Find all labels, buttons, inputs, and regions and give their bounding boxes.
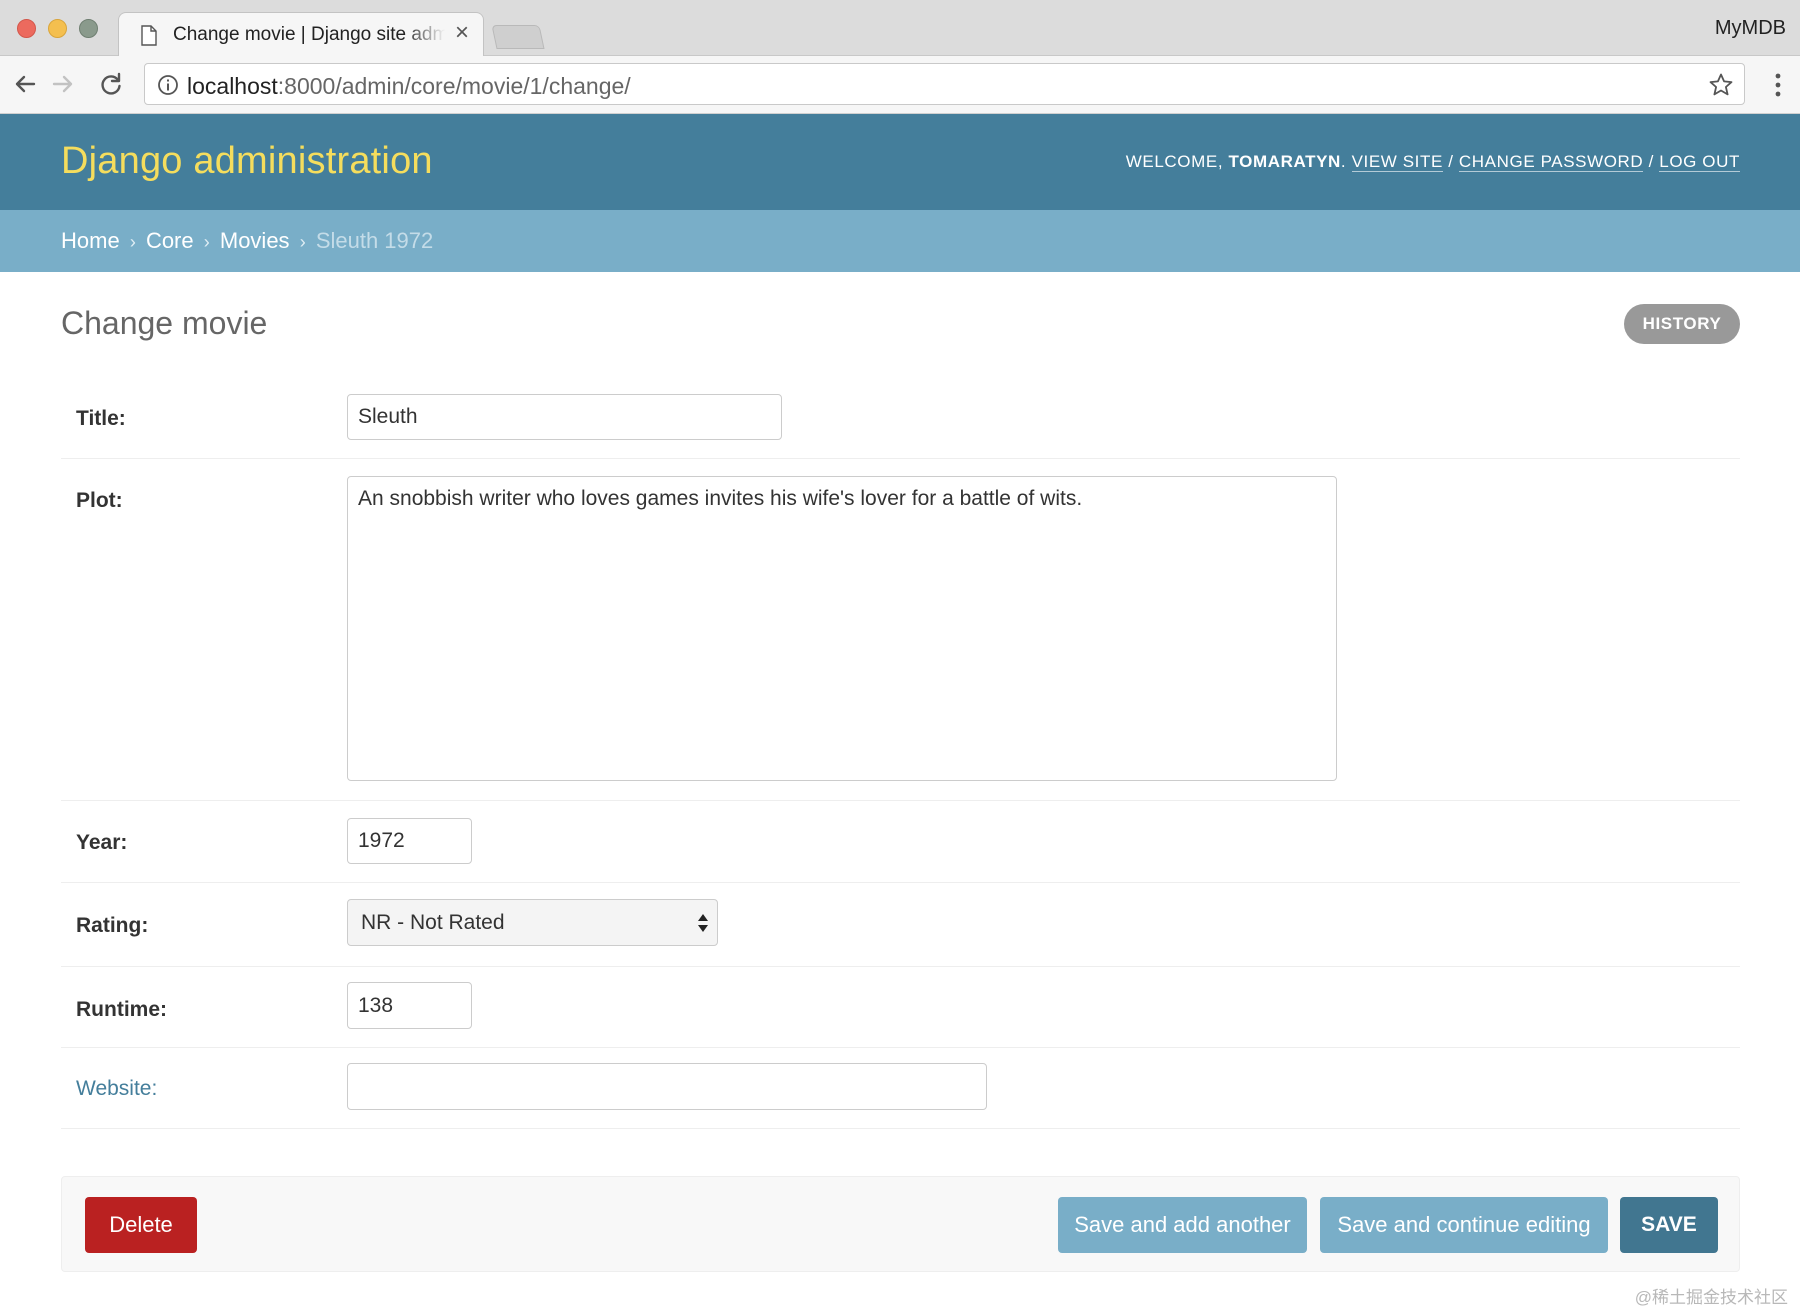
year-input[interactable]: 1972 xyxy=(347,818,472,864)
form-row-title: Title: Sleuth xyxy=(61,377,1740,459)
form-row-rating: Rating: NR - Not Rated xyxy=(61,883,1740,967)
submit-row: Delete Save and add another Save and con… xyxy=(61,1176,1740,1272)
rating-label: Rating: xyxy=(76,914,149,937)
website-label: Website: xyxy=(76,1077,158,1100)
profile-name[interactable]: MyMDB xyxy=(1715,17,1786,40)
info-icon[interactable] xyxy=(157,74,179,96)
browser-tab[interactable]: Change movie | Django site admin × xyxy=(118,12,484,57)
delete-button[interactable]: Delete xyxy=(85,1197,197,1253)
breadcrumb-separator: › xyxy=(129,232,136,252)
website-input[interactable] xyxy=(347,1063,987,1110)
breadcrumb-separator: › xyxy=(203,232,210,252)
save-and-add-another-button[interactable]: Save and add another xyxy=(1058,1197,1307,1253)
change-password-link[interactable]: Change password xyxy=(1458,152,1644,172)
title-label: Title: xyxy=(76,407,126,430)
site-branding[interactable]: Django administration xyxy=(61,140,433,183)
rating-select[interactable]: NR - Not Rated xyxy=(347,899,718,946)
runtime-input[interactable]: 138 xyxy=(347,982,472,1029)
runtime-label: Runtime: xyxy=(76,998,167,1021)
form-row-year: Year: 1972 xyxy=(61,801,1740,883)
reload-icon[interactable] xyxy=(96,69,126,99)
separator: / xyxy=(1448,152,1454,171)
breadcrumb-movies[interactable]: Movies xyxy=(220,228,290,253)
title-input[interactable]: Sleuth xyxy=(347,394,782,440)
form-row-website: Website: xyxy=(61,1048,1740,1129)
star-icon[interactable] xyxy=(1708,72,1734,98)
save-button[interactable]: Save xyxy=(1620,1197,1718,1253)
back-arrow-icon[interactable] xyxy=(10,69,40,99)
minimize-window-button[interactable] xyxy=(48,19,67,38)
browser-tab-bar: Change movie | Django site admin × MyMDB xyxy=(0,0,1800,57)
page-title: Change movie xyxy=(61,305,268,341)
menu-dots-icon[interactable] xyxy=(1774,72,1782,98)
browser-toolbar: localhost:8000/admin/core/movie/1/change… xyxy=(0,56,1800,114)
close-icon[interactable]: × xyxy=(455,21,469,45)
maximize-window-button[interactable] xyxy=(79,19,98,38)
form-row-runtime: Runtime: 138 xyxy=(61,967,1740,1048)
page-icon xyxy=(141,25,157,46)
log-out-link[interactable]: Log out xyxy=(1659,152,1740,172)
rating-selected-value: NR - Not Rated xyxy=(361,910,505,934)
history-button[interactable]: History xyxy=(1624,304,1740,344)
breadcrumb: Home › Core › Movies › Sleuth 1972 xyxy=(0,210,1800,272)
breadcrumb-current: Sleuth 1972 xyxy=(315,228,434,253)
watermark: @稀土掘金技术社区 xyxy=(1634,1288,1788,1307)
close-window-button[interactable] xyxy=(17,19,36,38)
url-host: localhost xyxy=(187,73,278,99)
breadcrumb-separator: › xyxy=(299,232,306,252)
form-row-plot: Plot: An snobbish writer who loves games… xyxy=(61,459,1740,801)
breadcrumb-home[interactable]: Home xyxy=(61,228,120,253)
tab-title: Change movie | Django site admin xyxy=(173,24,445,45)
welcome-text: Welcome, xyxy=(1125,152,1224,171)
forward-arrow-icon[interactable] xyxy=(48,69,78,99)
separator: / xyxy=(1648,152,1654,171)
admin-header: Django administration Welcome, tomaratyn… xyxy=(0,114,1800,210)
url-path: :8000/admin/core/movie/1/change/ xyxy=(277,73,631,99)
breadcrumb-core[interactable]: Core xyxy=(146,228,194,253)
year-label: Year: xyxy=(76,831,128,854)
view-site-link[interactable]: View site xyxy=(1351,152,1443,172)
user-tools: Welcome, tomaratyn. View site / Change p… xyxy=(1125,152,1740,172)
plot-label: Plot: xyxy=(76,489,123,512)
address-bar[interactable]: localhost:8000/admin/core/movie/1/change… xyxy=(144,63,1745,105)
url-text: localhost:8000/admin/core/movie/1/change… xyxy=(187,73,631,100)
new-tab-button[interactable] xyxy=(491,25,545,49)
save-and-continue-button[interactable]: Save and continue editing xyxy=(1320,1197,1608,1253)
select-arrows-icon xyxy=(698,914,708,932)
plot-textarea[interactable]: An snobbish writer who loves games invit… xyxy=(347,476,1337,781)
username: tomaratyn xyxy=(1228,152,1341,171)
